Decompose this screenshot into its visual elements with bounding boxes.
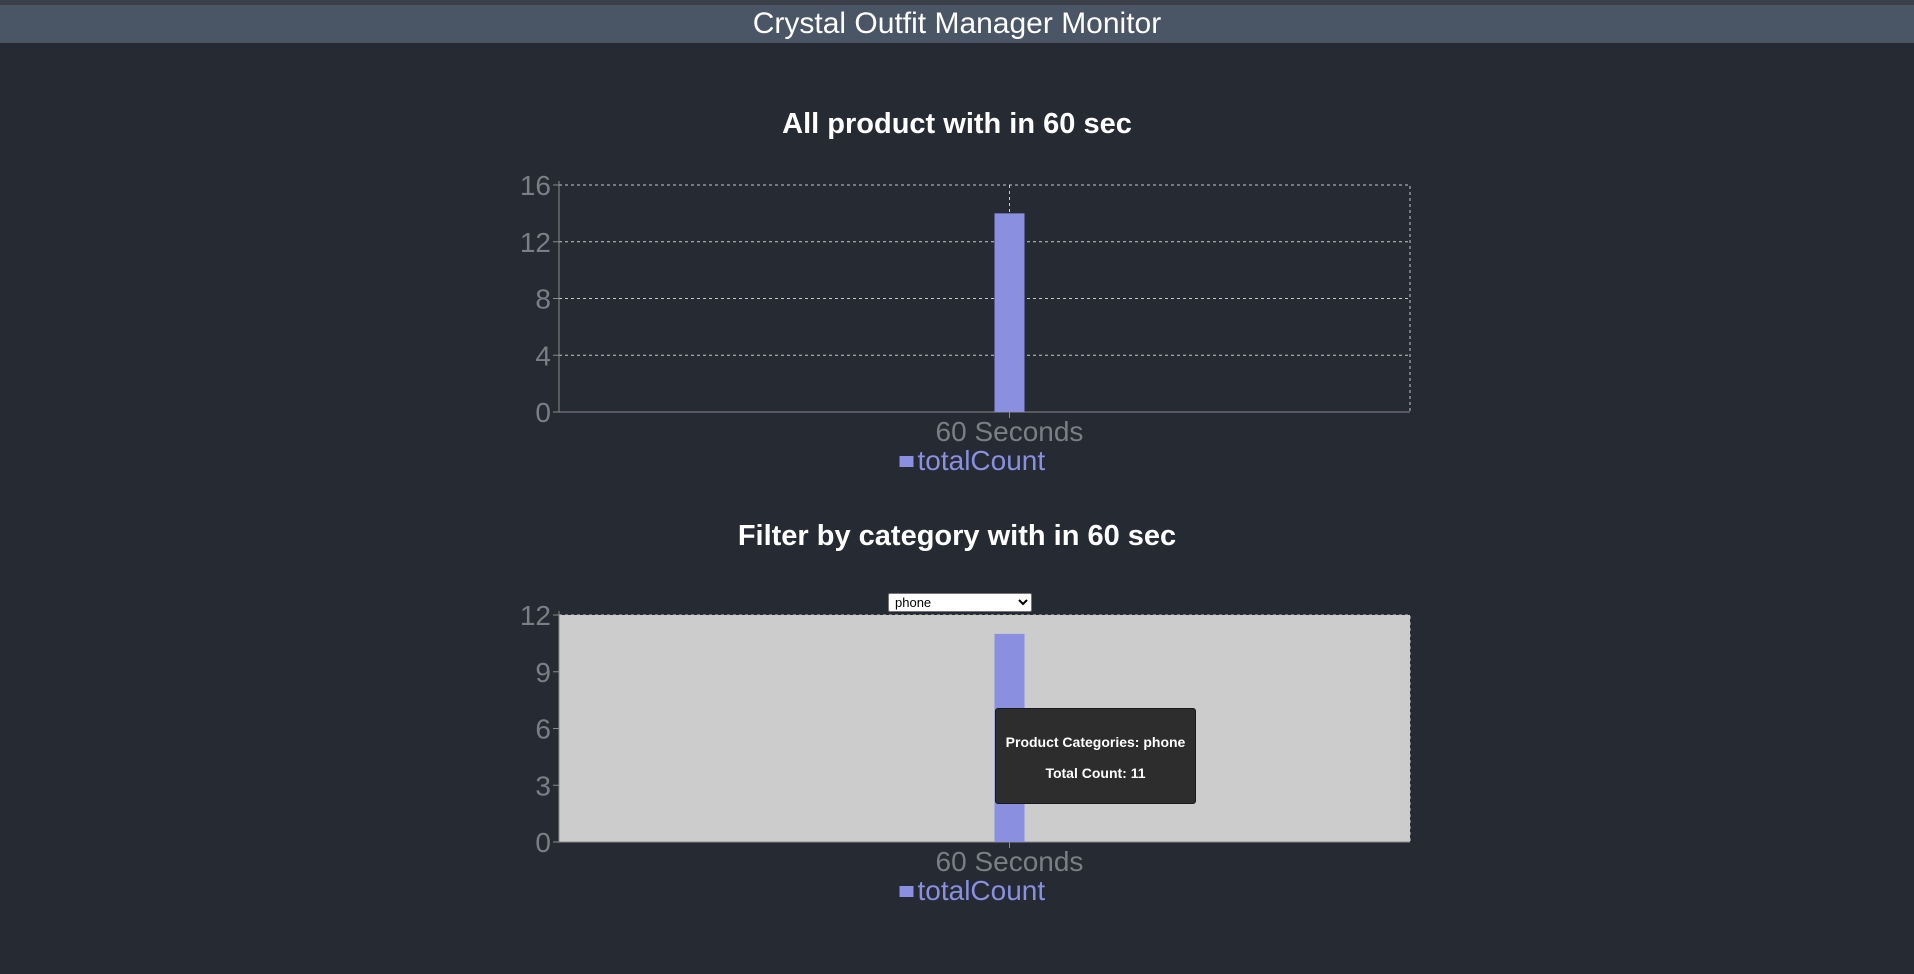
- y-tick-label: 6: [535, 714, 551, 745]
- y-tick-label: 0: [535, 827, 551, 858]
- y-tick-label: 4: [535, 340, 551, 371]
- y-tick-label: 12: [520, 227, 551, 258]
- category-chart-title: Filter by category with in 60 sec: [737, 520, 1177, 552]
- legend-label: totalCount: [918, 445, 1046, 476]
- app-header: Crystal Outfit Manager Monitor: [0, 5, 1914, 43]
- tooltip-category: Product Categories: phone: [1005, 734, 1186, 750]
- y-tick-label: 3: [535, 770, 551, 801]
- all-products-chart-title: All product with in 60 sec: [782, 108, 1132, 140]
- x-tick-label: 60 Seconds: [936, 416, 1084, 447]
- y-tick-label: 9: [535, 657, 551, 688]
- legend-swatch: [899, 886, 914, 897]
- y-tick-label: 16: [520, 170, 551, 201]
- all-products-bar-chart: 0 4 8 12 16 60 SecondstotalCount: [520, 170, 1411, 476]
- y-tick-label: 8: [535, 284, 551, 315]
- tooltip-count: Total Count: 11: [1045, 765, 1146, 781]
- legend-label: totalCount: [918, 875, 1046, 906]
- plot-area: [559, 615, 1410, 842]
- y-tick-label: 0: [535, 397, 551, 428]
- category-bar-chart: 0 3 6 9 12 60 SecondstotalCount: [520, 600, 1411, 906]
- app-title: Crystal Outfit Manager Monitor: [752, 7, 1162, 40]
- y-tick-label: 12: [520, 600, 551, 631]
- legend-swatch: [899, 456, 914, 467]
- x-tick-label: 60 Seconds: [936, 846, 1084, 877]
- bar-tooltip: Product Categories: phone Total Count: 1…: [995, 708, 1196, 804]
- bar-totalCount: [994, 213, 1025, 412]
